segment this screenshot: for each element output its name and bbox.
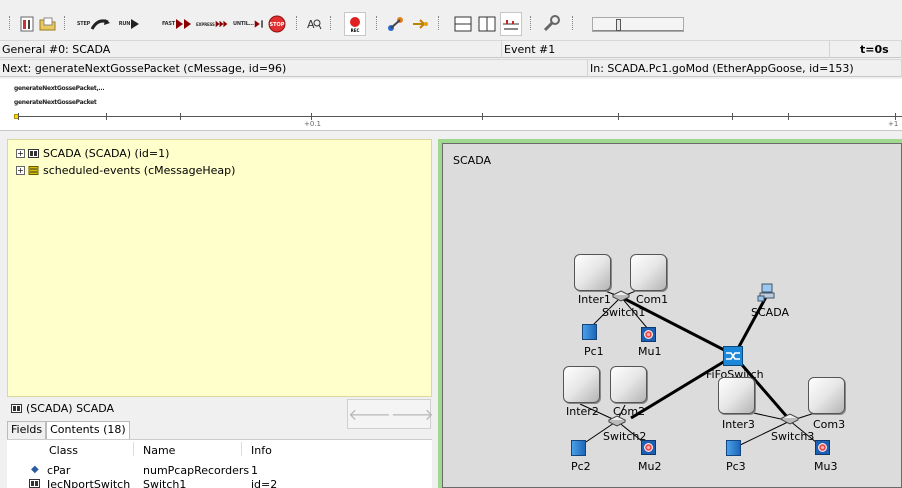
inter3-label: Inter3 bbox=[722, 418, 755, 431]
inter3-node[interactable] bbox=[718, 377, 755, 414]
switch1-label: Switch1 bbox=[602, 306, 646, 319]
pc2-node[interactable] bbox=[571, 440, 586, 456]
scada-host-label: SCADA bbox=[751, 306, 789, 319]
inter1-label: Inter1 bbox=[578, 293, 611, 306]
switch2-label: Switch2 bbox=[603, 430, 647, 443]
mu2-node[interactable] bbox=[641, 440, 656, 455]
pc3-label: Pc3 bbox=[726, 460, 746, 473]
mu1-label: Mu1 bbox=[638, 345, 662, 358]
switch2-icon[interactable] bbox=[607, 415, 627, 427]
pc3-node[interactable] bbox=[726, 440, 741, 456]
inter1-node[interactable] bbox=[574, 254, 611, 291]
mu2-label: Mu2 bbox=[638, 460, 662, 473]
mu1-node[interactable] bbox=[641, 327, 656, 342]
pc1-label: Pc1 bbox=[584, 345, 604, 358]
pc2-label: Pc2 bbox=[571, 460, 591, 473]
com1-label: Com1 bbox=[636, 293, 669, 306]
com1-node[interactable] bbox=[630, 254, 667, 291]
fifoswitch-icon[interactable] bbox=[723, 346, 743, 366]
qtenv-window: STEP RUN FAST EXPRESS UNTIL... STOP A RE… bbox=[0, 0, 902, 488]
inter2-node[interactable] bbox=[563, 366, 600, 403]
connection-lines bbox=[579, 285, 825, 448]
switch3-icon[interactable] bbox=[780, 413, 800, 425]
scada-host-icon[interactable] bbox=[757, 282, 777, 302]
switch3-label: Switch3 bbox=[771, 430, 815, 443]
com3-label: Com3 bbox=[813, 418, 846, 431]
mu3-label: Mu3 bbox=[814, 460, 838, 473]
inter2-label: Inter2 bbox=[566, 405, 599, 418]
com2-node[interactable] bbox=[610, 366, 647, 403]
pc1-node[interactable] bbox=[582, 324, 597, 340]
switch1-icon[interactable] bbox=[611, 290, 631, 302]
com3-node[interactable] bbox=[808, 377, 845, 414]
mu3-node[interactable] bbox=[815, 440, 830, 455]
